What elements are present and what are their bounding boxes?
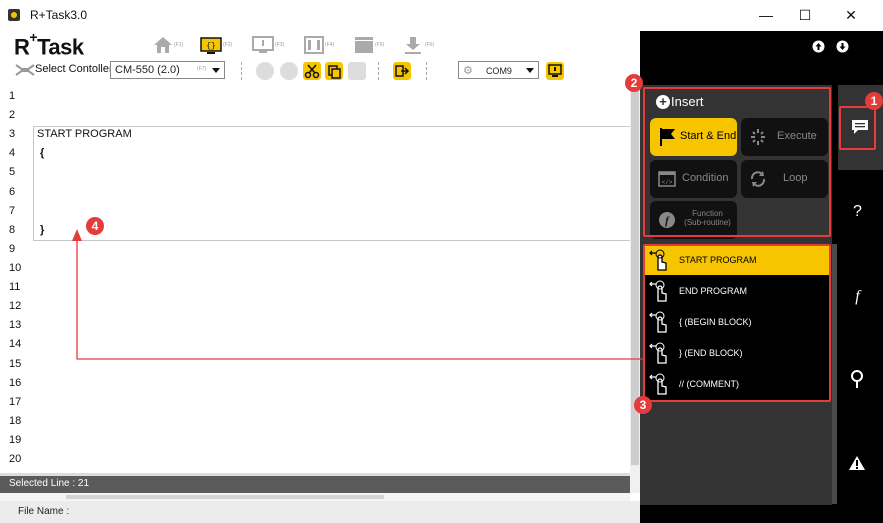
editor-vertical-scrollbar[interactable]: [630, 85, 640, 493]
line-number: 2: [9, 109, 16, 121]
annotation-badge-2: 2: [625, 74, 643, 92]
divider: [241, 62, 242, 80]
tab-help[interactable]: ?: [840, 194, 875, 229]
scrollbar-thumb[interactable]: [66, 495, 384, 499]
annotation-box-1: [839, 106, 876, 150]
chevron-down-icon: [212, 68, 220, 73]
svg-text:{}: {}: [206, 42, 216, 51]
editor-horizontal-scrollbar[interactable]: [0, 493, 630, 501]
cut-icon[interactable]: [303, 62, 321, 80]
download-circle-icon[interactable]: [836, 40, 849, 53]
window-title: R+Task3.0: [30, 8, 88, 22]
line-number: 10: [9, 262, 22, 274]
download-icon[interactable]: [402, 35, 424, 55]
line-number: 20: [9, 453, 22, 465]
select-controller-label: Select Contoller: [35, 63, 113, 75]
title-bar: R+Task3.0 — ☐ ✕: [0, 0, 883, 31]
export-icon[interactable]: [393, 62, 411, 80]
task-editor-key: (F2): [223, 42, 233, 48]
code-close-brace[interactable]: }: [40, 224, 44, 236]
app-logo: R+Task: [14, 29, 84, 60]
controller-key: (F7): [197, 66, 207, 72]
line-number: 13: [9, 319, 22, 331]
annotation-box-2: [643, 87, 831, 237]
line-number: 19: [9, 434, 22, 446]
line-number: 6: [9, 186, 16, 198]
film-key: (F4): [325, 42, 335, 48]
line-number: 18: [9, 415, 22, 427]
maximize-button[interactable]: ☐: [782, 0, 828, 31]
warning-icon[interactable]: [848, 455, 866, 471]
monitor-key: (F3): [275, 42, 285, 48]
command-list-scrollbar[interactable]: [832, 244, 837, 504]
annotation-badge-1: 1: [865, 92, 883, 110]
code-open-brace[interactable]: {: [40, 147, 44, 159]
status-bar: Selected Line : 21: [0, 476, 630, 493]
code-block: [33, 126, 630, 241]
file-name-label: File Name :: [18, 506, 70, 517]
line-number: 1: [9, 90, 16, 102]
gear-icon: ⚙: [463, 65, 473, 77]
code-start-program[interactable]: START PROGRAM: [37, 128, 132, 140]
annotation-badge-3: 3: [634, 396, 652, 414]
divider: [378, 62, 379, 80]
home-key: (F1): [174, 42, 184, 48]
annotation-box-3: [643, 244, 831, 402]
chevron-down-icon: [526, 68, 534, 73]
download-to-device-icon[interactable]: [546, 62, 564, 80]
task-editor-icon[interactable]: {}: [200, 35, 222, 55]
line-number: 14: [9, 338, 22, 350]
upload-circle-icon[interactable]: [812, 40, 825, 53]
undo-icon[interactable]: [256, 62, 274, 80]
line-number: 15: [9, 358, 22, 370]
annotation-badge-4: 4: [86, 217, 104, 235]
line-number: 5: [9, 166, 16, 178]
line-number: 17: [9, 396, 22, 408]
line-number: 4: [9, 147, 16, 159]
close-button[interactable]: ✕: [828, 0, 874, 31]
connection-icon: [15, 64, 35, 76]
line-number: 16: [9, 377, 22, 389]
film-icon[interactable]: [303, 35, 325, 55]
line-number: 9: [9, 243, 16, 255]
pin-icon[interactable]: [849, 369, 865, 389]
line-number: 8: [9, 224, 16, 236]
paste-icon[interactable]: [348, 62, 366, 80]
divider: [426, 62, 427, 80]
port-select[interactable]: ⚙ COM9: [458, 61, 539, 79]
selected-line-text: Selected Line : 21: [9, 478, 90, 489]
file-name-bar: File Name :: [0, 501, 640, 523]
copy-icon[interactable]: [325, 62, 343, 80]
clapper-icon[interactable]: [353, 35, 375, 55]
line-number: 3: [9, 128, 16, 140]
line-number: 12: [9, 300, 22, 312]
home-icon[interactable]: [152, 35, 174, 55]
monitor-icon[interactable]: [252, 35, 274, 55]
controller-select[interactable]: CM-550 (2.0) (F7): [110, 61, 225, 79]
clapper-key: (F5): [375, 42, 385, 48]
download-key: (F6): [425, 42, 435, 48]
tab-function[interactable]: f: [840, 279, 875, 314]
line-number: 7: [9, 205, 16, 217]
redo-icon[interactable]: [280, 62, 298, 80]
app-icon: [8, 9, 20, 21]
line-number: 11: [9, 281, 21, 293]
